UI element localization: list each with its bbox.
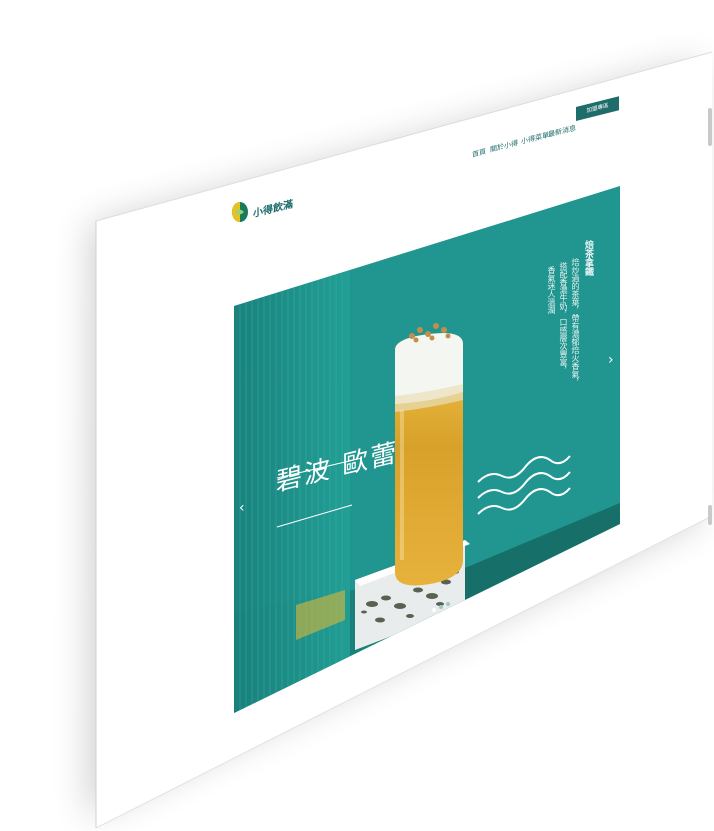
banner-copy-line-1: 焙炒過的茶葉，帶有濃郁焙火香氣， [571,258,580,386]
chevron-right-icon[interactable]: › [608,352,614,368]
page-scrollbar-lower[interactable] [708,505,712,525]
page-scrollbar[interactable] [708,108,712,146]
hero-banner [234,186,620,713]
banner-copy-line-2: 搭配香濃牛奶，口感層次豐富， [559,262,568,374]
banner-copy-heading: 焙茶拿鐵 [583,240,593,276]
chevron-left-icon[interactable]: ‹ [239,500,245,516]
banner-copy-line-3: 香氣迷人溫潤 [547,266,556,314]
page-stage: 小得飲滿 首頁 關於小得 小得菜單 最新消息 加盟專區 碧波 歐蕾 焙茶拿鐵 焙… [0,0,714,831]
slide-dot-2[interactable] [439,605,443,609]
slide-dot-1[interactable] [432,608,436,612]
slide-dot-3[interactable] [446,602,450,606]
